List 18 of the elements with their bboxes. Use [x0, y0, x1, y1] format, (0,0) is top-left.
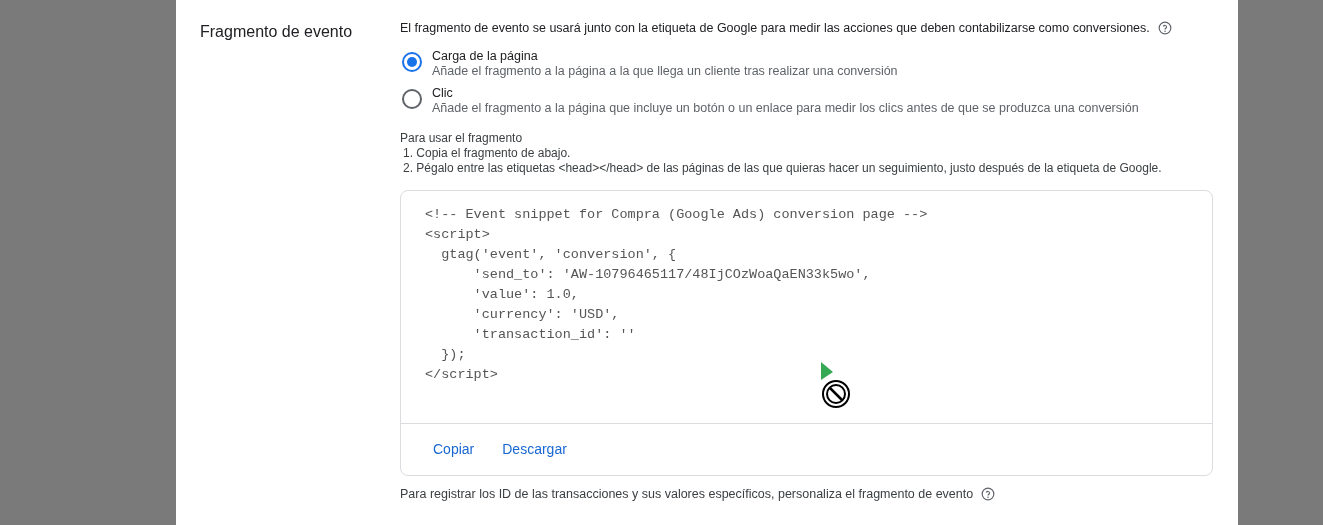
instruction-step: 1. Copia el fragmento de abajo.: [400, 146, 1214, 161]
radio-button[interactable]: [402, 89, 422, 109]
footer-text: Para registrar los ID de las transacciones y sus valores específicos, personaliza el fragmento de evento: [400, 486, 974, 503]
action-link[interactable]: Copiar: [421, 433, 487, 466]
action-link[interactable]: Descargar: [490, 433, 579, 466]
radio-button[interactable]: [402, 52, 422, 72]
option-description: Añade el fragmento a la página que incluye un botón o un enlace para medir los clics antes de que se produzca una conversión: [432, 101, 1139, 116]
option-description: Añade el fragmento a la página a la que llega un cliente tras realizar una conversión: [432, 64, 898, 79]
instruction-step: 2. Pégalo entre las etiquetas <head></head> de las páginas de las que quieras hacer un seguimiento, justo después de la etiqueta de Google.: [400, 161, 1214, 176]
cursor-icon: [819, 360, 853, 410]
option-label[interactable]: Carga de la página: [432, 49, 898, 64]
help-icon[interactable]: [981, 487, 996, 502]
section-title: Fragmento de evento: [200, 23, 353, 40]
option-label[interactable]: Clic: [432, 86, 1139, 101]
code-snippet: <!-- Event snippet for Compra (Google Ads) conversion page --> <script> gtag('event', 'conversion', { 'send_to': 'AW-10796465117/48IjCOzWoaQaEN33k5wo', 'value': 1.0, 'currency': 'USD', 'transaction_id': '' }); </script>: [425, 206, 928, 384]
instructions-heading: Para usar el fragmento: [400, 131, 524, 146]
intro-text: El fragmento de evento se usará junto con la etiqueta de Google para medir las acciones que deben contabilizarse como conversiones.: [400, 20, 1150, 36]
help-icon[interactable]: [1157, 21, 1172, 35]
